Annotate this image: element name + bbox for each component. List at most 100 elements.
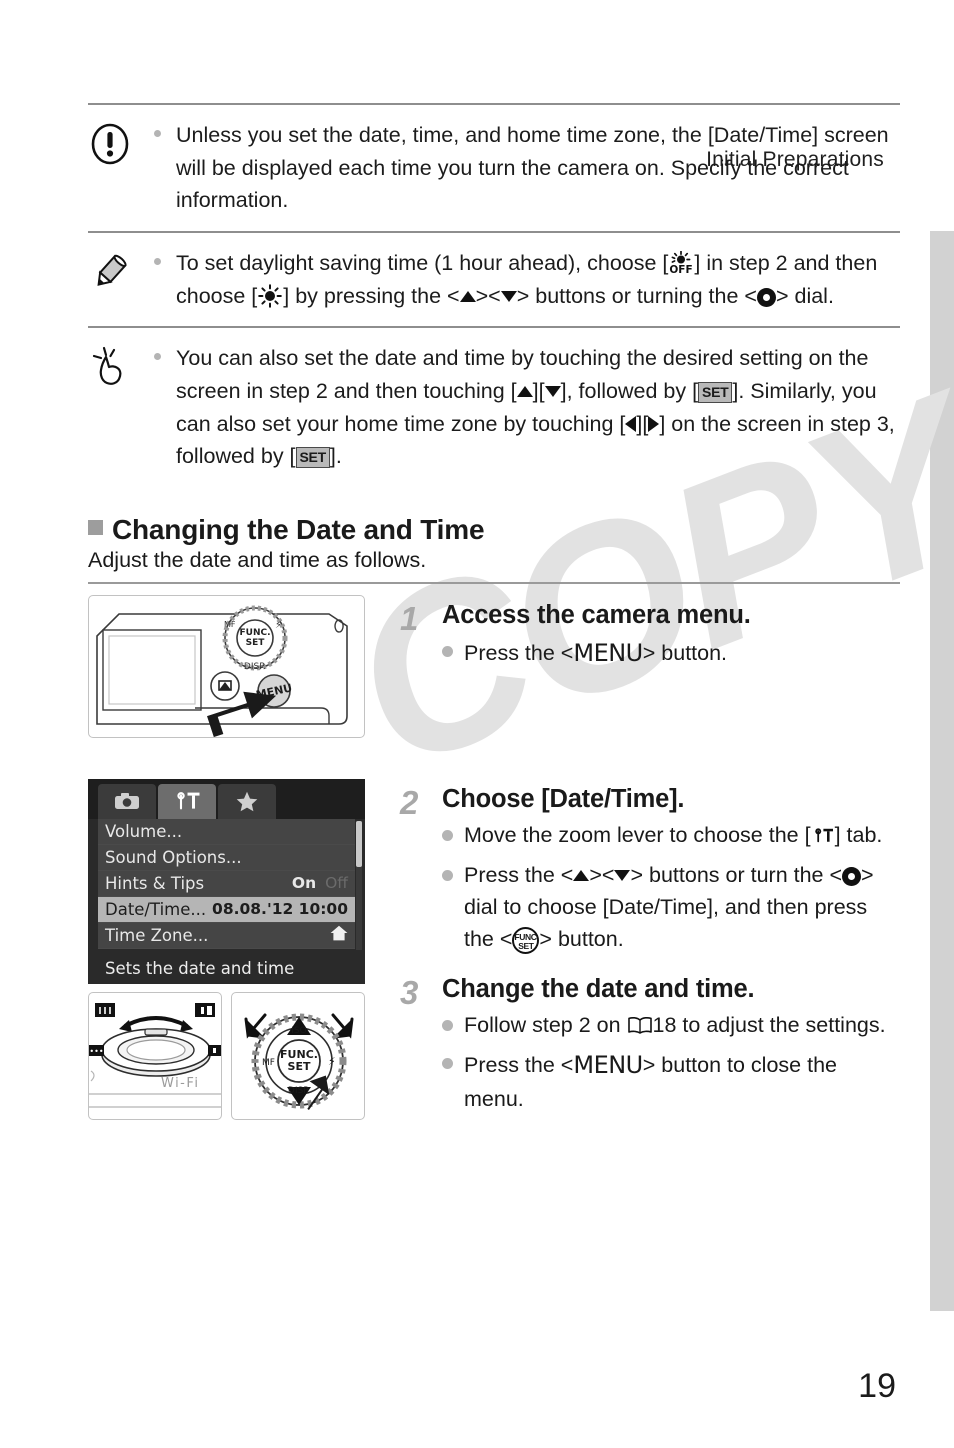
step-3-bullet-2: Press the <MENU> button to close the men… [442,1047,900,1115]
section-heading: Changing the Date and Time [88,514,900,546]
svg-text:DISP.: DISP. [288,1086,310,1096]
bullet-dot [442,635,464,671]
camera-menu-row-selected[interactable]: Date/Time... 08.08.'12 10:00 [98,896,355,923]
wrench-hammer-icon [177,792,200,810]
section-square-bullet [88,520,103,536]
figures-column: FUNC. SET MF ⚡ DISP. MENU Volume... Soun… [88,594,378,1120]
svg-text:FUNC.: FUNC. [239,628,270,638]
text-part: Press the < [464,640,574,665]
sun-on-icon [257,283,283,308]
bullet-dot [442,1047,464,1115]
note-tip-text: To set daylight saving time (1 hour ahea… [176,247,900,312]
note-tip-part-6: >< [475,283,501,308]
camera-menu-row[interactable]: Volume... [98,818,355,845]
note-touch-part-4: ], followed by [ [560,379,699,404]
text-part: Press the < [464,862,574,887]
text-part: > buttons or turn the < [630,862,843,887]
svg-text:OFF: OFF [670,264,693,275]
camera-menu-row-label: Date/Time... [105,899,207,919]
bullet-dot [442,819,464,854]
camera-menu-screenshot: Volume... Sound Options... Hints & Tips … [88,778,365,984]
note-tip-part-0: To set daylight saving time (1 hour ahea… [176,251,669,276]
text-part: Press the < [464,1052,574,1077]
triangle-down-icon [500,290,517,302]
note-touch-text: You can also set the date and time by to… [176,342,900,473]
dual-figures: ••• Wi-Fi FUNC. SET ISO MF ⚡ DISP. [88,991,378,1120]
note-caution-text: Unless you set the date, time, and home … [176,123,889,213]
camera-tab-my-menu[interactable] [218,783,276,819]
text-part: Move the zoom lever to choose the [ [464,822,811,847]
step-3-bullet-1-text: Follow step 2 on 18 to adjust the settin… [464,1009,900,1041]
triangle-right-icon [648,415,660,432]
star-icon [236,791,258,811]
settings-tab-icon [811,824,835,854]
note-touch-part-8: ][ [636,411,649,436]
control-dial-icon [756,287,776,307]
camera-menu-screen: Volume... Sound Options... Hints & Tips … [88,778,365,984]
text-part: > button. [642,640,728,665]
step-2-number: 2 [400,783,419,821]
svg-text:DISP.: DISP. [244,662,266,672]
note-bullet [154,247,176,266]
touch-hand-icon [88,342,154,391]
camera-menu-row-label: Hints & Tips [105,873,205,893]
step-1-body: Access the camera menu. Press the <MENU>… [442,601,900,671]
camera-menu-footer: Sets the date and time [88,953,365,984]
svg-text:MF: MF [262,1058,275,1068]
note-tip-part-4: ] by pressing the < [283,283,460,308]
triangle-up-icon [459,290,476,302]
triangle-left-icon [625,415,637,432]
camera-menu-row-value: 08.08.'12 10:00 [212,900,348,919]
camera-icon [115,793,139,810]
set-button-icon: SET [698,382,733,404]
section-title: Changing the Date and Time [112,514,485,546]
book-page-icon [627,1012,653,1035]
note-caution: Unless you set the date, time, and home … [88,105,900,231]
note-tip-part-8: > buttons or turning the < [516,283,757,308]
menu-button-icon: MENU [573,638,643,667]
camera-tab-settings[interactable] [158,783,216,819]
step-2-body: Choose [Date/Time]. Move the zoom lever … [442,785,900,956]
page-margin-tab [930,231,954,1311]
step-2-bullet-2: Press the < >< > buttons or turn the < > di… [442,859,900,956]
text-part: >< [589,862,615,887]
svg-text:⚡: ⚡ [275,620,282,631]
bullet-dot [442,859,464,956]
camera-menu-row[interactable]: Time Zone... [98,922,355,949]
func-set-icon: FUNC. SET [512,927,540,955]
section-subtitle: Adjust the date and time as follows. [88,548,427,573]
step-1-bullet-1: Press the <MENU> button. [442,635,900,671]
camera-menu-scrollbar[interactable] [356,820,362,867]
note-tip-part-10: > dial. [775,283,834,308]
camera-menu-row[interactable]: Hints & Tips On Off [98,870,355,897]
triangle-down-icon [614,869,631,881]
svg-text:Wi-Fi: Wi-Fi [161,1076,200,1091]
camera-menu-tabs [88,778,365,819]
text-part: > button. [539,927,624,952]
triangle-up-icon [573,869,590,881]
step-3-number: 3 [400,974,419,1012]
note-tip: To set daylight saving time (1 hour ahea… [88,233,900,326]
step-3-bullet-1: Follow step 2 on 18 to adjust the settin… [442,1009,900,1041]
camera-tab-shooting[interactable] [98,783,156,819]
step-2: 2 Choose [Date/Time]. Move the zoom leve… [400,785,900,956]
step-3-bullet-2-text: Press the <MENU> button to close the men… [464,1047,900,1115]
svg-text:•••: ••• [89,1047,103,1056]
svg-text:MF: MF [224,620,236,629]
pencil-note-icon [88,247,154,294]
set-button-icon: SET [295,447,330,469]
caution-icon [88,119,154,166]
camera-menu-row-value: On [291,874,317,893]
sun-off-icon: OFF [668,250,694,276]
note-touch: You can also set the date and time by to… [88,328,900,487]
note-bullet [154,119,176,137]
step-1-bullet-1-text: Press the <MENU> button. [464,635,900,671]
step-2-bullet-2-text: Press the < >< > buttons or turn the < > di… [464,859,900,956]
svg-text:ISO: ISO [291,1026,306,1036]
note-touch-part-2: ][ [532,379,545,404]
svg-text:SET: SET [246,638,266,648]
home-icon [330,925,348,945]
svg-text:⚡: ⚡ [328,1055,336,1068]
camera-menu-row[interactable]: Sound Options... [98,844,355,871]
steps-columns: FUNC. SET MF ⚡ DISP. MENU Volume... Soun… [88,594,900,1120]
